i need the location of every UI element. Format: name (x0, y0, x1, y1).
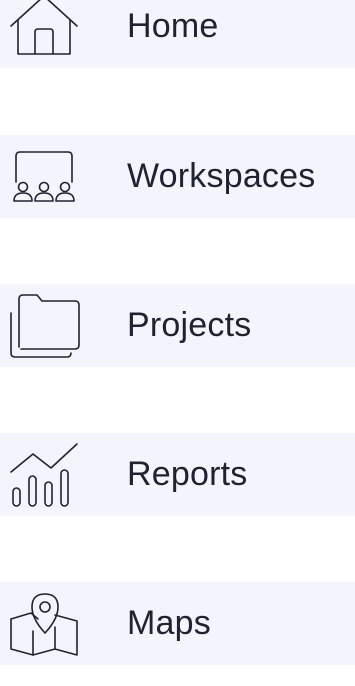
workspaces-icon (3, 135, 85, 218)
nav-item-projects[interactable]: Projects (0, 284, 355, 367)
nav-item-maps[interactable]: Maps (0, 582, 355, 665)
nav-item-label: Maps (127, 604, 211, 642)
home-icon (3, 0, 85, 68)
map-pin-icon (3, 582, 85, 665)
reports-chart-icon (3, 433, 85, 516)
nav-item-workspaces[interactable]: Workspaces (0, 135, 355, 218)
nav-item-reports[interactable]: Reports (0, 433, 355, 516)
nav-item-label: Workspaces (127, 157, 316, 195)
nav-item-label: Reports (127, 455, 248, 493)
nav-item-label: Projects (127, 306, 252, 344)
nav-item-home[interactable]: Home (0, 0, 355, 68)
folder-icon (3, 284, 85, 367)
nav-item-label: Home (127, 7, 219, 45)
sidebar-nav: Home Workspaces Projects Reports Maps (0, 0, 355, 686)
